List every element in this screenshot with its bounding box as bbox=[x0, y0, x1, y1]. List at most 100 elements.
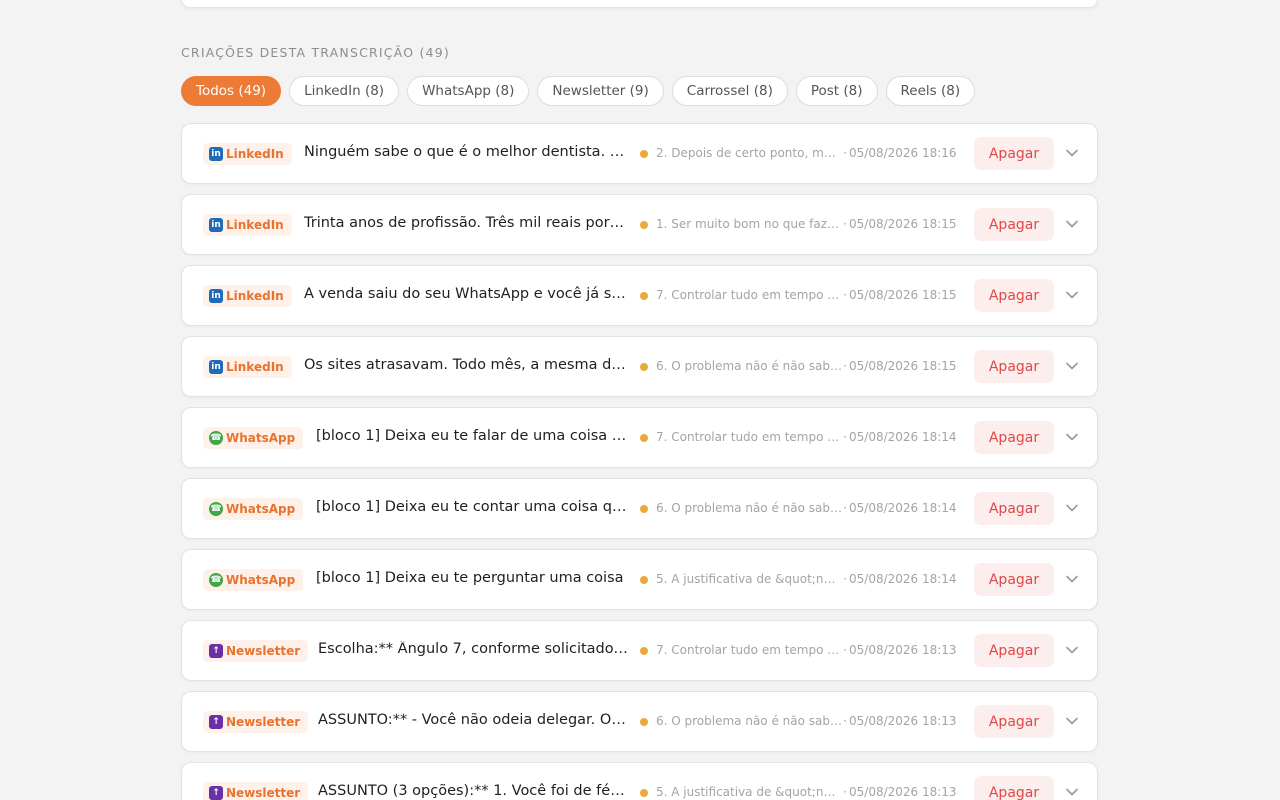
row-datetime: 05/08/2026 18:15 bbox=[849, 217, 957, 231]
rocket-icon: ↑ bbox=[209, 644, 223, 658]
linkedin-icon: in bbox=[209, 289, 223, 303]
creation-row[interactable]: ☎ WhatsApp [bloco 1] Deixa eu te contar um… bbox=[181, 478, 1098, 539]
meta-separator: · bbox=[843, 359, 847, 373]
status-dot bbox=[640, 647, 648, 655]
meta-separator: · bbox=[843, 146, 847, 160]
delete-button[interactable]: Apagar bbox=[974, 563, 1054, 596]
status-dot bbox=[640, 505, 648, 513]
meta-separator: · bbox=[843, 572, 847, 586]
creation-row[interactable]: in LinkedIn Os sites atrasavam. Todo mês, … bbox=[181, 336, 1098, 397]
delete-button[interactable]: Apagar bbox=[974, 137, 1054, 170]
creation-row[interactable]: ☎ WhatsApp [bloco 1] Deixa eu te perguntar… bbox=[181, 549, 1098, 610]
type-badge: ☎ WhatsApp bbox=[203, 427, 304, 449]
creation-row[interactable]: in LinkedIn Trinta anos de profissão. Três… bbox=[181, 194, 1098, 255]
row-preview-text: [bloco 1] Deixa eu te perguntar uma cois… bbox=[316, 570, 624, 586]
row-datetime: 05/08/2026 18:15 bbox=[849, 359, 957, 373]
row-preview-text: Trinta anos de profissão. Três mil reais… bbox=[304, 215, 628, 231]
chevron-down-icon[interactable] bbox=[1066, 714, 1078, 728]
row-preview-text: ASSUNTO (3 opções):** 1. Você foi de fér… bbox=[318, 783, 629, 799]
row-datetime: 05/08/2026 18:15 bbox=[849, 288, 957, 302]
row-angle-meta: 2. Depois de certo ponto, mais técnica bbox=[656, 146, 842, 160]
row-datetime: 05/08/2026 18:13 bbox=[849, 643, 957, 657]
whatsapp-icon: ☎ bbox=[209, 573, 223, 587]
creation-row[interactable]: ↑ Newsletter Escolha:** Ângulo 7, conforme… bbox=[181, 620, 1098, 681]
creation-row[interactable]: in LinkedIn Ninguém sabe o que é o melhor … bbox=[181, 123, 1098, 184]
status-dot bbox=[640, 150, 648, 158]
filter-chip-reels[interactable]: Reels (8) bbox=[885, 76, 976, 106]
delete-button[interactable]: Apagar bbox=[974, 492, 1054, 525]
type-badge-label: LinkedIn bbox=[226, 289, 284, 303]
type-badge: ☎ WhatsApp bbox=[203, 569, 304, 591]
row-angle-meta: 7. Controlar tudo em tempo real bbox=[656, 288, 842, 302]
filter-chip-todos[interactable]: Todos (49) bbox=[181, 76, 282, 106]
chevron-down-icon[interactable] bbox=[1066, 359, 1078, 373]
chevron-down-icon[interactable] bbox=[1066, 217, 1078, 231]
delete-button[interactable]: Apagar bbox=[974, 705, 1054, 738]
type-badge-label: Newsletter bbox=[226, 786, 301, 800]
creation-row[interactable]: ☎ WhatsApp [bloco 1] Deixa eu te falar de … bbox=[181, 407, 1098, 468]
creation-row[interactable]: ↑ Newsletter ASSUNTO (3 opções):** 1. Você… bbox=[181, 762, 1098, 800]
type-badge-label: LinkedIn bbox=[226, 147, 284, 161]
type-badge: in LinkedIn bbox=[203, 143, 292, 165]
type-badge-label: LinkedIn bbox=[226, 218, 284, 232]
type-badge: in LinkedIn bbox=[203, 285, 292, 307]
chevron-down-icon[interactable] bbox=[1066, 430, 1078, 444]
row-preview-text: [bloco 1] Deixa eu te contar uma coisa q… bbox=[316, 499, 629, 515]
meta-separator: · bbox=[843, 288, 847, 302]
type-badge-label: WhatsApp bbox=[226, 502, 296, 516]
type-badge-label: WhatsApp bbox=[226, 573, 296, 587]
row-preview-text: A venda saiu do seu WhatsApp e você já s… bbox=[304, 286, 628, 302]
row-angle-meta: 7. Controlar tudo em tempo real bbox=[656, 430, 842, 444]
chevron-down-icon[interactable] bbox=[1066, 643, 1078, 657]
chevron-down-icon[interactable] bbox=[1066, 785, 1078, 799]
section-title: CRIAÇÕES DESTA TRANSCRIÇÃO (49) bbox=[181, 45, 450, 60]
row-preview-text: [bloco 1] Deixa eu te falar de uma coisa… bbox=[316, 428, 629, 444]
type-badge: ↑ Newsletter bbox=[203, 782, 309, 800]
row-preview-text: ASSUNTO:** - Você não odeia delegar. Ode… bbox=[318, 712, 629, 728]
delete-button[interactable]: Apagar bbox=[974, 350, 1054, 383]
row-preview-text: Ninguém sabe o que é o melhor dentista. … bbox=[304, 144, 628, 160]
status-dot bbox=[640, 292, 648, 300]
delete-button[interactable]: Apagar bbox=[974, 421, 1054, 454]
rocket-icon: ↑ bbox=[209, 786, 223, 800]
creation-row[interactable]: in LinkedIn A venda saiu do seu WhatsApp e… bbox=[181, 265, 1098, 326]
chevron-down-icon[interactable] bbox=[1066, 288, 1078, 302]
row-datetime: 05/08/2026 18:14 bbox=[849, 430, 957, 444]
type-badge: ↑ Newsletter bbox=[203, 640, 309, 662]
delete-button[interactable]: Apagar bbox=[974, 634, 1054, 667]
type-badge-label: Newsletter bbox=[226, 715, 301, 729]
whatsapp-icon: ☎ bbox=[209, 502, 223, 516]
meta-separator: · bbox=[843, 501, 847, 515]
filter-chip-newsletter[interactable]: Newsletter (9) bbox=[537, 76, 664, 106]
row-datetime: 05/08/2026 18:16 bbox=[849, 146, 957, 160]
status-dot bbox=[640, 434, 648, 442]
creation-row[interactable]: ↑ Newsletter ASSUNTO:** - Você não odeia d… bbox=[181, 691, 1098, 752]
chevron-down-icon[interactable] bbox=[1066, 572, 1078, 586]
type-badge-label: LinkedIn bbox=[226, 360, 284, 374]
row-angle-meta: 5. A justificativa de &quot;não quero bbox=[656, 785, 842, 799]
type-badge-label: Newsletter bbox=[226, 644, 301, 658]
filter-chip-whatsapp[interactable]: WhatsApp (8) bbox=[407, 76, 530, 106]
filter-chip-linkedin[interactable]: LinkedIn (8) bbox=[289, 76, 400, 106]
row-angle-meta: 6. O problema não é não saber delegar bbox=[656, 501, 842, 515]
chevron-down-icon[interactable] bbox=[1066, 146, 1078, 160]
type-badge: ☎ WhatsApp bbox=[203, 498, 304, 520]
status-dot bbox=[640, 221, 648, 229]
delete-button[interactable]: Apagar bbox=[974, 776, 1054, 800]
filter-chip-carrossel[interactable]: Carrossel (8) bbox=[671, 76, 788, 106]
row-angle-meta: 5. A justificativa de &quot;não quero bbox=[656, 572, 842, 586]
status-dot bbox=[640, 718, 648, 726]
filter-bar: Todos (49) LinkedIn (8) WhatsApp (8) New… bbox=[181, 76, 976, 106]
chevron-down-icon[interactable] bbox=[1066, 501, 1078, 515]
linkedin-icon: in bbox=[209, 147, 223, 161]
row-datetime: 05/08/2026 18:13 bbox=[849, 785, 957, 799]
meta-separator: · bbox=[843, 785, 847, 799]
delete-button[interactable]: Apagar bbox=[974, 208, 1054, 241]
status-dot bbox=[640, 789, 648, 797]
type-badge: ↑ Newsletter bbox=[203, 711, 309, 733]
delete-button[interactable]: Apagar bbox=[974, 279, 1054, 312]
row-angle-meta: 6. O problema não é não saber delegar bbox=[656, 359, 842, 373]
row-angle-meta: 6. O problema não é não saber delegar bbox=[656, 714, 842, 728]
filter-chip-post[interactable]: Post (8) bbox=[795, 76, 878, 106]
row-preview-text: Escolha:** Ângulo 7, conforme solicitado… bbox=[318, 641, 629, 657]
